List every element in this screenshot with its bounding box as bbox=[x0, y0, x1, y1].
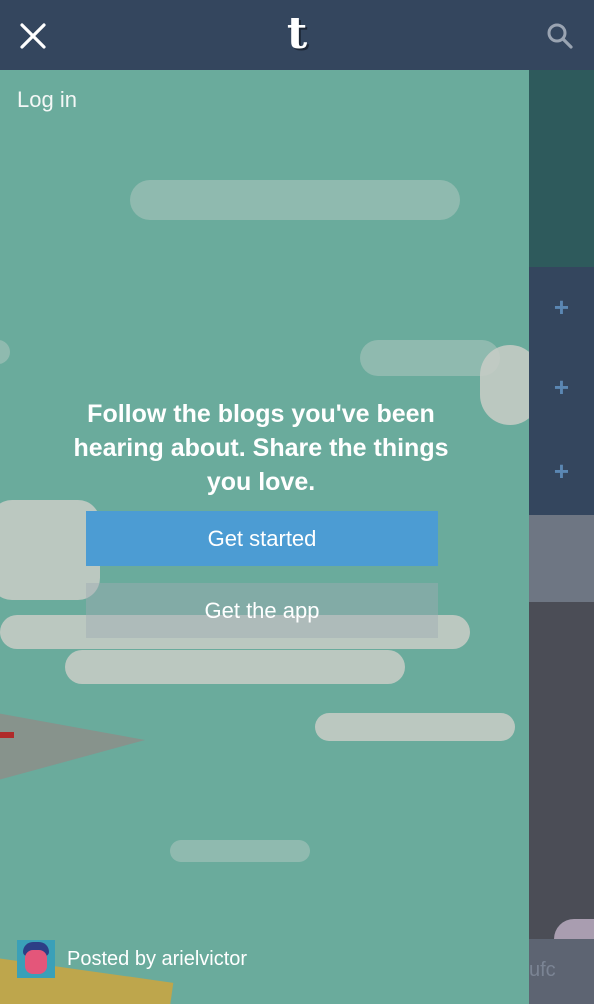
signup-headline: Follow the blogs you've been hearing abo… bbox=[73, 400, 449, 496]
cloud-decoration bbox=[315, 713, 515, 741]
follow-row[interactable]: + bbox=[529, 427, 594, 516]
follow-row[interactable]: + bbox=[529, 347, 594, 428]
airplane-stripe bbox=[0, 732, 14, 738]
plus-icon: + bbox=[553, 372, 570, 402]
cloud-decoration bbox=[360, 340, 500, 376]
plus-icon: + bbox=[553, 292, 570, 322]
logo-letter: t bbox=[286, 8, 308, 59]
background-dashboard: + + + ufc bbox=[529, 70, 594, 1004]
get-app-button[interactable]: Get the app bbox=[86, 583, 438, 638]
background-header bbox=[529, 70, 594, 267]
background-footer: ufc bbox=[529, 939, 594, 1004]
cloud-decoration bbox=[0, 340, 10, 364]
cloud-decoration bbox=[480, 345, 529, 425]
search-icon bbox=[547, 23, 573, 49]
login-link[interactable]: Log in bbox=[17, 87, 77, 113]
plus-icon: + bbox=[553, 456, 570, 486]
top-bar: t bbox=[0, 0, 594, 70]
get-started-button[interactable]: Get started bbox=[86, 511, 438, 566]
follow-row[interactable]: + bbox=[529, 267, 594, 348]
cloud-decoration bbox=[170, 840, 310, 862]
tumblr-logo[interactable]: t bbox=[262, 8, 332, 60]
avatar[interactable] bbox=[17, 940, 55, 978]
posted-by-text[interactable]: Posted by arielvictor bbox=[67, 948, 247, 971]
cloud-decoration bbox=[0, 500, 100, 600]
background-footer-text: ufc bbox=[529, 959, 556, 981]
airplane-decoration bbox=[0, 710, 145, 785]
close-icon bbox=[20, 23, 46, 49]
cloud-decoration bbox=[65, 650, 405, 684]
background-image bbox=[529, 602, 594, 939]
signup-drawer: Log in Follow the blogs you've been hear… bbox=[0, 70, 529, 1004]
background-card bbox=[529, 515, 594, 602]
close-button[interactable] bbox=[14, 17, 52, 55]
search-button[interactable] bbox=[542, 18, 578, 54]
cloud-decoration bbox=[130, 180, 460, 220]
avatar-face bbox=[25, 950, 47, 974]
posted-by-credit[interactable]: Posted by arielvictor bbox=[17, 940, 247, 978]
